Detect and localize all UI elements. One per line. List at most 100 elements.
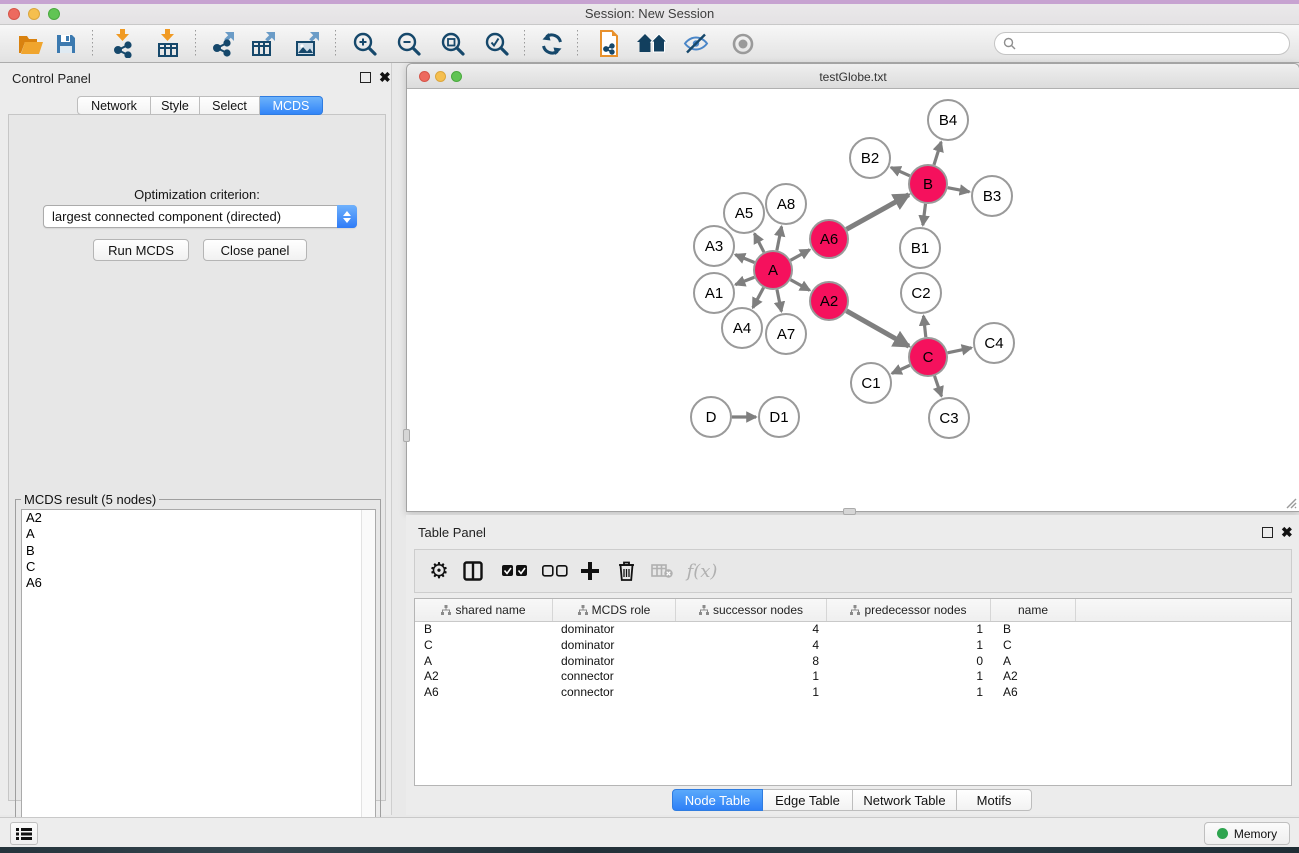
table-row[interactable]: Adominator80A <box>415 654 1291 670</box>
import-network-button[interactable] <box>108 28 138 60</box>
tab-edge-table[interactable]: Edge Table <box>763 789 853 811</box>
export-network-button[interactable] <box>209 28 239 60</box>
table-row[interactable]: A6connector11A6 <box>415 685 1291 701</box>
graph-node-A1[interactable]: A1 <box>694 273 734 313</box>
table-cell[interactable]: A2 <box>991 669 1076 685</box>
graph-node-A8[interactable]: A8 <box>766 184 806 224</box>
graph-node-D1[interactable]: D1 <box>759 397 799 437</box>
refresh-button[interactable] <box>537 28 567 60</box>
table-cell[interactable]: 1 <box>827 638 991 654</box>
table-cell[interactable]: dominator <box>553 622 676 638</box>
graph-node-A6[interactable]: A6 <box>810 220 848 258</box>
column-header-MCDS-role[interactable]: MCDS role <box>553 599 676 621</box>
tab-network[interactable]: Network <box>77 96 151 115</box>
first-neighbors-button[interactable] <box>637 28 667 60</box>
table-row[interactable]: Cdominator41C <box>415 638 1291 654</box>
graph-node-C1[interactable]: C1 <box>851 363 891 403</box>
table-cell[interactable]: 1 <box>827 622 991 638</box>
graph-edge-A-A3[interactable] <box>735 255 754 263</box>
tab-motifs[interactable]: Motifs <box>957 789 1032 811</box>
tab-network-table[interactable]: Network Table <box>853 789 957 811</box>
graph-edge-A-A4[interactable] <box>753 288 764 308</box>
graph-node-A2[interactable]: A2 <box>810 282 848 320</box>
graph-edge-A6-B[interactable] <box>846 195 908 230</box>
graph-edge-B-B2[interactable] <box>891 167 910 175</box>
graph-node-C2[interactable]: C2 <box>901 273 941 313</box>
close-panel-button[interactable]: Close panel <box>203 239 307 261</box>
mcds-result-item[interactable]: A2 <box>22 510 375 526</box>
hide-selected-button[interactable] <box>681 28 711 60</box>
mcds-result-list[interactable]: A2ABCA6 <box>21 509 376 836</box>
table-cell[interactable]: 1 <box>827 685 991 701</box>
table-splitter-handle[interactable] <box>843 508 856 515</box>
graph-edge-A-A7[interactable] <box>777 290 781 312</box>
table-cell[interactable]: 4 <box>676 638 827 654</box>
graph-edge-C-C1[interactable] <box>892 365 910 373</box>
graph-node-A5[interactable]: A5 <box>724 193 764 233</box>
export-table-button[interactable] <box>249 28 279 60</box>
column-header-successor-nodes[interactable]: successor nodes <box>676 599 827 621</box>
table-cell[interactable]: 1 <box>827 669 991 685</box>
graph-node-A7[interactable]: A7 <box>766 314 806 354</box>
run-mcds-button[interactable]: Run MCDS <box>93 239 189 261</box>
panel-splitter-handle[interactable] <box>403 429 410 442</box>
table-cell[interactable]: A <box>415 654 553 670</box>
table-cell[interactable]: B <box>991 622 1076 638</box>
table-close-icon[interactable]: ✖ <box>1281 524 1293 540</box>
zoom-out-button[interactable] <box>394 28 424 60</box>
close-panel-icon[interactable]: ✖ <box>379 69 391 85</box>
table-float-icon[interactable] <box>1262 527 1273 538</box>
table-cell[interactable]: 4 <box>676 622 827 638</box>
graph-edge-B-B3[interactable] <box>948 188 970 192</box>
table-cell[interactable]: C <box>415 638 553 654</box>
graph-edge-A-A1[interactable] <box>735 277 754 284</box>
table-cell[interactable]: 8 <box>676 654 827 670</box>
table-row[interactable]: A2connector11A2 <box>415 669 1291 685</box>
graph-edge-C-C3[interactable] <box>935 376 942 396</box>
network-from-file-button[interactable] <box>594 28 624 60</box>
table-cell[interactable]: connector <box>553 669 676 685</box>
table-cell[interactable]: B <box>415 622 553 638</box>
function-builder-button[interactable]: f(x) <box>685 550 719 592</box>
graph-node-B1[interactable]: B1 <box>900 228 940 268</box>
graph-node-C3[interactable]: C3 <box>929 398 969 438</box>
mcds-result-item[interactable]: B <box>22 543 375 559</box>
graph-edge-B-B1[interactable] <box>923 204 926 225</box>
select-all-button[interactable] <box>499 550 531 592</box>
tab-style[interactable]: Style <box>151 96 200 115</box>
network-canvas[interactable]: AA1A2A3A4A5A6A7A8BB1B2B3B4CC1C2C3C4DD1 <box>407 89 1299 511</box>
graph-edge-B-B4[interactable] <box>934 142 941 165</box>
table-cell[interactable]: dominator <box>553 654 676 670</box>
table-cell[interactable]: dominator <box>553 638 676 654</box>
table-cell[interactable]: C <box>991 638 1076 654</box>
table-cell[interactable]: A2 <box>415 669 553 685</box>
tab-mcds[interactable]: MCDS <box>260 96 323 115</box>
zoom-selected-button[interactable] <box>482 28 512 60</box>
graph-node-A4[interactable]: A4 <box>722 308 762 348</box>
graph-edge-A-A8[interactable] <box>777 227 782 251</box>
mcds-result-item[interactable]: A <box>22 526 375 542</box>
column-header-predecessor-nodes[interactable]: predecessor nodes <box>827 599 991 621</box>
mcds-result-item[interactable]: A6 <box>22 575 375 591</box>
network-graph[interactable]: AA1A2A3A4A5A6A7A8BB1B2B3B4CC1C2C3C4DD1 <box>407 89 1299 511</box>
import-table-button[interactable] <box>153 28 183 60</box>
float-panel-icon[interactable] <box>360 72 371 83</box>
column-header-shared-name[interactable]: shared name <box>415 599 553 621</box>
graph-node-D[interactable]: D <box>691 397 731 437</box>
graph-node-C4[interactable]: C4 <box>974 323 1014 363</box>
network-window-titlebar[interactable]: testGlobe.txt <box>407 64 1299 89</box>
graph-node-B2[interactable]: B2 <box>850 138 890 178</box>
mcds-result-item[interactable]: C <box>22 559 375 575</box>
delete-column-button[interactable] <box>612 550 640 592</box>
table-cell[interactable]: 1 <box>676 669 827 685</box>
resize-grip-icon[interactable] <box>1283 495 1297 509</box>
graph-edge-A-A6[interactable] <box>790 250 809 261</box>
graph-node-B3[interactable]: B3 <box>972 176 1012 216</box>
table-cell[interactable]: 0 <box>827 654 991 670</box>
graph-edge-C-C4[interactable] <box>948 348 972 353</box>
search-input[interactable] <box>1021 37 1281 51</box>
export-image-button[interactable] <box>293 28 323 60</box>
tab-node-table[interactable]: Node Table <box>672 789 763 811</box>
table-cell[interactable]: A6 <box>991 685 1076 701</box>
graph-node-B4[interactable]: B4 <box>928 100 968 140</box>
